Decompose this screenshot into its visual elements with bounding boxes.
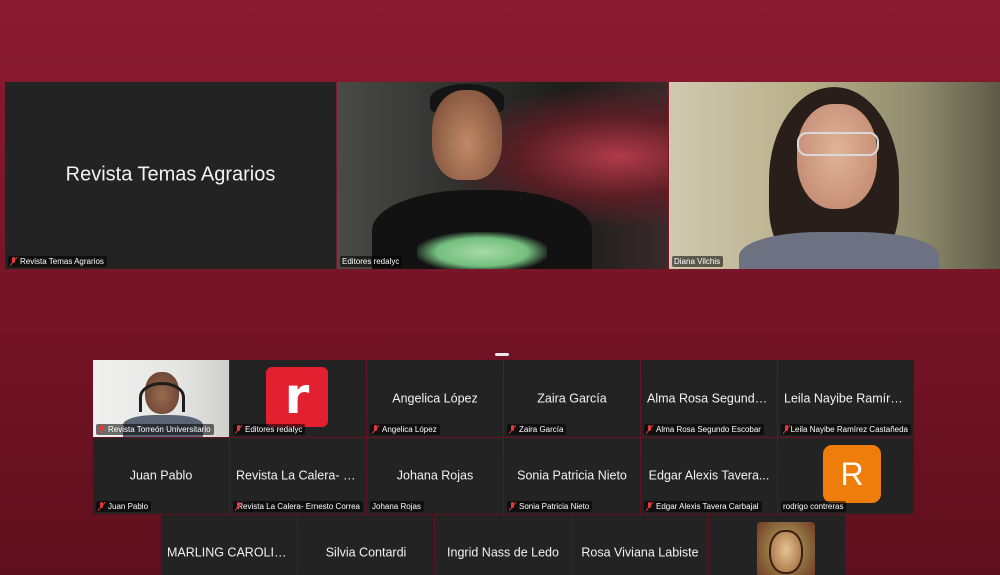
participant-video	[669, 82, 1000, 269]
video-tile-angelica-lopez[interactable]: Angelica López Angelica López	[367, 360, 503, 437]
participant-name: Zaira García	[537, 390, 607, 405]
video-tile-revista-la-calera[interactable]: Revista La Calera- Er... Revista La Cale…	[230, 438, 366, 514]
mic-muted-icon	[10, 257, 18, 266]
video-tile-juan-pablo[interactable]: Juan Pablo Juan Pablo	[93, 438, 229, 514]
participant-label-text: Revista La Calera- Ernesto Correa	[237, 502, 360, 511]
video-tile-revista-torreon[interactable]: Revista Torreón Universitario	[93, 360, 229, 437]
participant-label: Alma Rosa Segundo Escobar	[644, 424, 764, 435]
video-tile-marling-carolina[interactable]: MARLING CAROLIN...	[161, 515, 297, 575]
mic-muted-icon	[646, 425, 654, 434]
avatar: R	[823, 445, 881, 503]
avatar-portrait	[757, 522, 815, 575]
participant-name: Silvia Contardi	[325, 545, 407, 560]
participant-label: Editores redalyc	[340, 256, 403, 267]
participant-label-text: Angelica López	[382, 425, 437, 434]
participant-label: Editores redalyc	[233, 424, 306, 435]
video-tile-editores-redalyc[interactable]: Editores redalyc	[337, 82, 668, 269]
participant-label-text: Editores redalyc	[342, 257, 400, 266]
video-tile-sonia-patricia[interactable]: Sonia Patricia Nieto Sonia Patricia Niet…	[504, 438, 640, 514]
mic-muted-icon	[98, 425, 106, 434]
participant-label-text: Zaira García	[519, 425, 564, 434]
participant-label-text: Alma Rosa Segundo Escobar	[656, 425, 761, 434]
participant-name: Juan Pablo	[129, 468, 193, 483]
participant-label-text: Diana Vilchis	[674, 257, 721, 266]
video-tile-silvia-contardi[interactable]: Silvia Contardi	[298, 515, 434, 575]
video-tile-rodrigo-contreras[interactable]: R rodrigo contreras	[778, 438, 914, 514]
participant-label-text: Juan Pablo	[108, 502, 149, 511]
participant-label: Johana Rojas	[370, 501, 424, 512]
participant-label: Sonia Patricia Nieto	[507, 501, 593, 512]
participant-label-text: Sonia Patricia Nieto	[519, 502, 590, 511]
video-tile-ingrid-nass[interactable]: Ingrid Nass de Ledo	[435, 515, 571, 575]
video-tile-revista-temas-agrarios[interactable]: Revista Temas Agrarios Revista Temas Agr…	[5, 82, 336, 269]
video-tile-edgar-alexis[interactable]: Edgar Alexis Tavera... Edgar Alexis Tave…	[641, 438, 777, 514]
video-tile-editores-redalyc-2[interactable]: r Editores redalyc	[230, 360, 366, 437]
video-tile-portrait[interactable]	[709, 515, 845, 575]
participant-label: Diana Vilchis	[672, 256, 724, 267]
video-tile-johana-rojas[interactable]: Johana Rojas Johana Rojas	[367, 438, 503, 514]
participant-name: Ingrid Nass de Ledo	[447, 545, 559, 560]
video-tile-zaira-garcia[interactable]: Zaira García Zaira García	[504, 360, 640, 437]
participant-label: rodrigo contreras	[781, 501, 847, 512]
video-tile-diana-vilchis[interactable]: Diana Vilchis	[669, 82, 1000, 269]
participant-label: Juan Pablo	[96, 501, 152, 512]
participant-label-text: Leila Nayibe Ramírez Castañeda	[790, 425, 908, 434]
participant-name: Edgar Alexis Tavera...	[648, 468, 770, 483]
video-tile-alma-rosa[interactable]: Alma Rosa Segundo... Alma Rosa Segundo E…	[641, 360, 777, 437]
mic-muted-icon	[783, 425, 789, 434]
participant-label: Zaira García	[507, 424, 567, 435]
participant-name: MARLING CAROLIN...	[167, 545, 291, 560]
redalyc-logo: r	[266, 367, 328, 427]
mic-muted-icon	[646, 502, 654, 511]
participant-name: Leila Nayibe Ramírez...	[784, 390, 908, 405]
mic-muted-icon	[235, 425, 243, 434]
participant-name: Sonia Patricia Nieto	[517, 468, 627, 483]
participant-name: Revista Temas Agrarios	[65, 162, 276, 185]
resize-handle[interactable]	[495, 353, 509, 356]
participant-name: Johana Rojas	[396, 468, 474, 483]
participant-label: Angelica López	[370, 424, 440, 435]
video-tile-leila-nayibe[interactable]: Leila Nayibe Ramírez... Leila Nayibe Ram…	[778, 360, 914, 437]
participant-label-text: Johana Rojas	[372, 502, 421, 511]
mic-muted-icon	[509, 502, 517, 511]
participant-name: Revista La Calera- Er...	[236, 468, 360, 483]
participant-label-text: Revista Temas Agrarios	[20, 257, 104, 266]
participant-label-text: rodrigo contreras	[783, 502, 844, 511]
mic-muted-icon	[509, 425, 517, 434]
participant-label-text: Revista Torreón Universitario	[108, 425, 211, 434]
mic-muted-icon	[98, 502, 106, 511]
video-tile-rosa-viviana[interactable]: Rosa Viviana Labiste	[572, 515, 708, 575]
participant-label: Revista Torreón Universitario	[96, 424, 214, 435]
participant-label: Leila Nayibe Ramírez Castañeda	[781, 424, 911, 435]
participant-name: Angelica López	[392, 390, 478, 405]
participant-label: Revista Temas Agrarios	[8, 256, 107, 267]
participant-label: Revista La Calera- Ernesto Correa	[233, 501, 363, 512]
participant-name: Rosa Viviana Labiste	[581, 545, 699, 560]
participant-label-text: Edgar Alexis Tavera Carbajal	[656, 502, 759, 511]
participant-video	[337, 82, 668, 269]
participant-label-text: Editores redalyc	[245, 425, 303, 434]
mic-muted-icon	[372, 425, 380, 434]
participant-name: Alma Rosa Segundo...	[647, 390, 771, 405]
participant-label: Edgar Alexis Tavera Carbajal	[644, 501, 762, 512]
